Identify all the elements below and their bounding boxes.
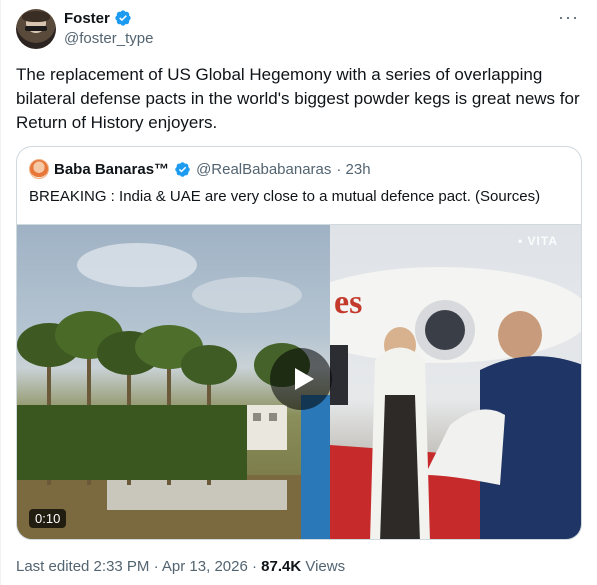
video-frame-right: es • VITA [330, 225, 581, 539]
quoted-verified-badge-icon [175, 161, 190, 177]
quoted-tweet-text: BREAKING : India & UAE are very close to… [29, 188, 541, 205]
more-options-icon[interactable]: ··· [558, 8, 579, 26]
tweet-meta: Last edited 2:33 PM · Apr 13, 2026 · 87.… [16, 558, 345, 575]
edited-timestamp[interactable]: Last edited 2:33 PM · Apr 13, 2026 · [16, 558, 257, 575]
author-display-name[interactable]: Foster [64, 10, 110, 27]
avatar-hair [22, 11, 50, 22]
quoted-tweet-time[interactable]: · 23h [336, 161, 370, 178]
play-icon[interactable] [270, 348, 332, 410]
svg-text:es: es [334, 284, 362, 321]
verified-badge-icon [115, 10, 131, 26]
quoted-tweet[interactable]: Baba Banaras™ @RealBababanaras · 23h BRE… [16, 146, 582, 540]
author-avatar[interactable] [16, 9, 56, 49]
quoted-author-display-name[interactable]: Baba Banaras™ [54, 161, 169, 178]
tweet-text: The replacement of US Global Hegemony wi… [16, 65, 580, 132]
author-name-row: Foster [64, 9, 132, 27]
airport-greeting-scene: es [330, 267, 581, 539]
quoted-author-avatar[interactable] [29, 159, 49, 179]
video-duration-badge: 0:10 [29, 509, 67, 528]
views-count[interactable]: 87.4K [261, 558, 301, 575]
video-watermark: • VITA [518, 234, 558, 248]
views-label: Views [305, 558, 346, 575]
quoted-author-handle[interactable]: @RealBababanaras [196, 161, 331, 178]
quoted-tweet-video[interactable]: es • VITA 0:10 [17, 224, 581, 539]
tweet: Foster @foster_type ··· The replacement … [0, 0, 597, 585]
quoted-tweet-header: Baba Banaras™ @RealBababanaras · 23h [29, 159, 371, 179]
author-handle[interactable]: @foster_type [64, 30, 153, 47]
avatar-glasses [25, 26, 47, 31]
